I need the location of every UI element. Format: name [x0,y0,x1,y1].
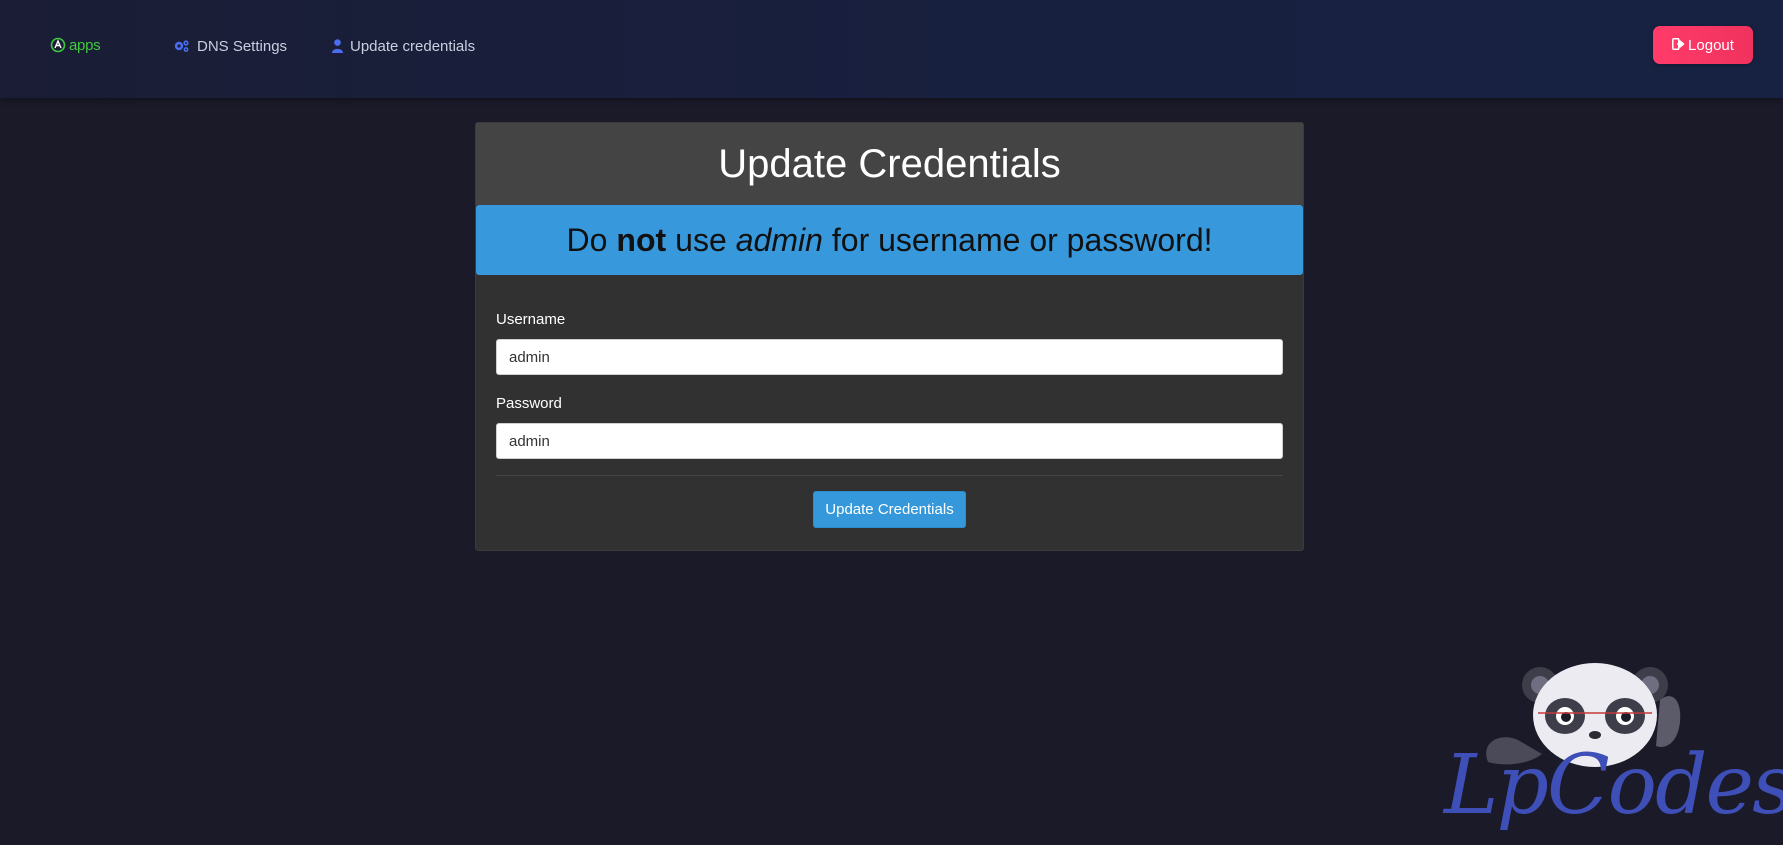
username-field[interactable] [496,339,1283,375]
brand-logo[interactable]: apps [50,36,101,54]
warning-bold: not [616,221,667,258]
update-credentials-button[interactable]: Update Credentials [813,491,966,528]
form-divider [496,475,1283,476]
credentials-card: Update Credentials Do not use admin for … [475,122,1304,551]
warning-middle: use [675,221,727,258]
gears-icon [173,39,190,53]
nav-dns-label: DNS Settings [197,37,288,55]
warning-prefix: Do [566,221,608,258]
username-label: Username [496,311,566,328]
password-label: Password [496,395,562,412]
form-body: Username Password Update Credentials [476,275,1303,528]
watermark-text: LpCodes [1444,738,1783,833]
warning-suffix: for username or password! [831,221,1213,258]
lpcodes-watermark: LpCodes [1440,650,1783,835]
apps-logo-icon [50,37,66,53]
warning-italic: admin [735,221,823,258]
card-title: Update Credentials [476,123,1303,205]
nav-dns-settings[interactable]: DNS Settings [173,36,287,56]
logout-label: Logout [1688,36,1734,54]
nav-cred-label: Update credentials [350,37,476,55]
user-icon [332,39,343,53]
top-navbar: apps DNS Settings Update credentials Log… [0,0,1783,98]
nav-update-credentials[interactable]: Update credentials [332,36,475,56]
warning-banner: Do not use admin for username or passwor… [476,205,1303,275]
logout-button[interactable]: Logout [1653,26,1753,64]
sign-out-icon [1672,37,1685,54]
brand-text: apps [69,36,101,54]
password-field[interactable] [496,423,1283,459]
